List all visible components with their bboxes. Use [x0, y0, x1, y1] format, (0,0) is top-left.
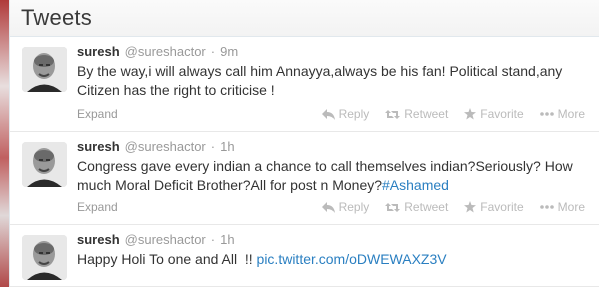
user-name[interactable]: suresh [77, 44, 120, 60]
tweets-header: Tweets [10, 0, 599, 37]
tweet-content: suresh @sureshactor · 1h Congress gave e… [77, 139, 585, 195]
tweet-header: suresh @sureshactor · 9m [77, 44, 585, 60]
favorite-button[interactable]: Favorite [464, 107, 524, 121]
separator: · [210, 139, 216, 154]
tweet-text: By the way,i will always call him Annayy… [77, 63, 563, 98]
user-handle[interactable]: @sureshactor [125, 232, 206, 248]
tweet-text-body: Happy Holi To one and All !! [77, 251, 257, 267]
tweet-item[interactable]: suresh @sureshactor · 1h Happy Holi To o… [10, 225, 599, 287]
user-name[interactable]: suresh [77, 232, 120, 248]
reply-icon [321, 108, 335, 120]
retweet-label: Retweet [404, 200, 449, 214]
tweet-time[interactable]: 1h [220, 232, 234, 248]
tweet-text: Happy Holi To one and All !! pic.twitter… [77, 250, 585, 269]
page-title: Tweets [21, 5, 92, 30]
tweet-actions: Reply Retweet Favorite More [321, 200, 585, 214]
tweet-content: suresh @sureshactor · 9m By the way,i wi… [77, 44, 585, 100]
star-icon [464, 108, 477, 120]
user-handle[interactable]: @sureshactor [125, 44, 206, 60]
avatar[interactable] [22, 235, 67, 280]
reply-label: Reply [338, 107, 370, 121]
separator: · [210, 232, 216, 247]
tweet-item[interactable]: suresh @sureshactor · 9m By the way,i wi… [10, 37, 599, 132]
avatar[interactable] [22, 142, 67, 187]
tweet-item[interactable]: suresh @sureshactor · 1h Congress gave e… [10, 132, 599, 225]
more-button[interactable]: More [539, 107, 585, 121]
user-name[interactable]: suresh [77, 139, 120, 155]
separator: · [210, 44, 216, 59]
more-label: More [557, 107, 585, 121]
reply-button[interactable]: Reply [321, 200, 370, 214]
favorite-label: Favorite [480, 107, 524, 121]
tweet-text-body: Congress gave every indian a chance to c… [77, 158, 573, 193]
more-button[interactable]: More [539, 200, 585, 214]
retweet-icon [385, 109, 401, 119]
tweet-header: suresh @sureshactor · 1h [77, 139, 585, 155]
tweet-actions-row: Expand Reply Retweet Favorite More [77, 200, 585, 214]
background-strip [0, 0, 9, 287]
user-handle[interactable]: @sureshactor [125, 139, 206, 155]
tweet-header: suresh @sureshactor · 1h [77, 232, 585, 248]
tweet-time[interactable]: 1h [220, 139, 234, 155]
tweet-content: suresh @sureshactor · 1h Happy Holi To o… [77, 232, 585, 269]
retweet-button[interactable]: Retweet [385, 200, 448, 214]
star-icon [464, 201, 477, 213]
more-label: More [557, 200, 585, 214]
tweet-actions: Reply Retweet Favorite More [321, 107, 585, 121]
hashtag-link[interactable]: #Ashamed [382, 177, 449, 193]
avatar[interactable] [22, 47, 67, 92]
tweets-panel: Tweets suresh @sureshactor · 9m By the w… [9, 0, 599, 287]
retweet-icon [385, 202, 401, 212]
expand-link[interactable]: Expand [77, 200, 118, 214]
ellipsis-icon [539, 112, 554, 116]
retweet-label: Retweet [404, 107, 449, 121]
tweet-actions-row: Expand Reply Retweet Favorite More [77, 107, 585, 121]
favorite-button[interactable]: Favorite [464, 200, 524, 214]
favorite-label: Favorite [480, 200, 524, 214]
tweet-text: Congress gave every indian a chance to c… [77, 157, 585, 195]
reply-button[interactable]: Reply [321, 107, 370, 121]
reply-icon [321, 201, 335, 213]
tweet-time[interactable]: 9m [220, 44, 238, 60]
reply-label: Reply [338, 200, 370, 214]
pic-link[interactable]: pic.twitter.com/oDWEWAXZ3V [257, 251, 447, 267]
ellipsis-icon [539, 205, 554, 209]
retweet-button[interactable]: Retweet [385, 107, 448, 121]
expand-link[interactable]: Expand [77, 107, 118, 121]
